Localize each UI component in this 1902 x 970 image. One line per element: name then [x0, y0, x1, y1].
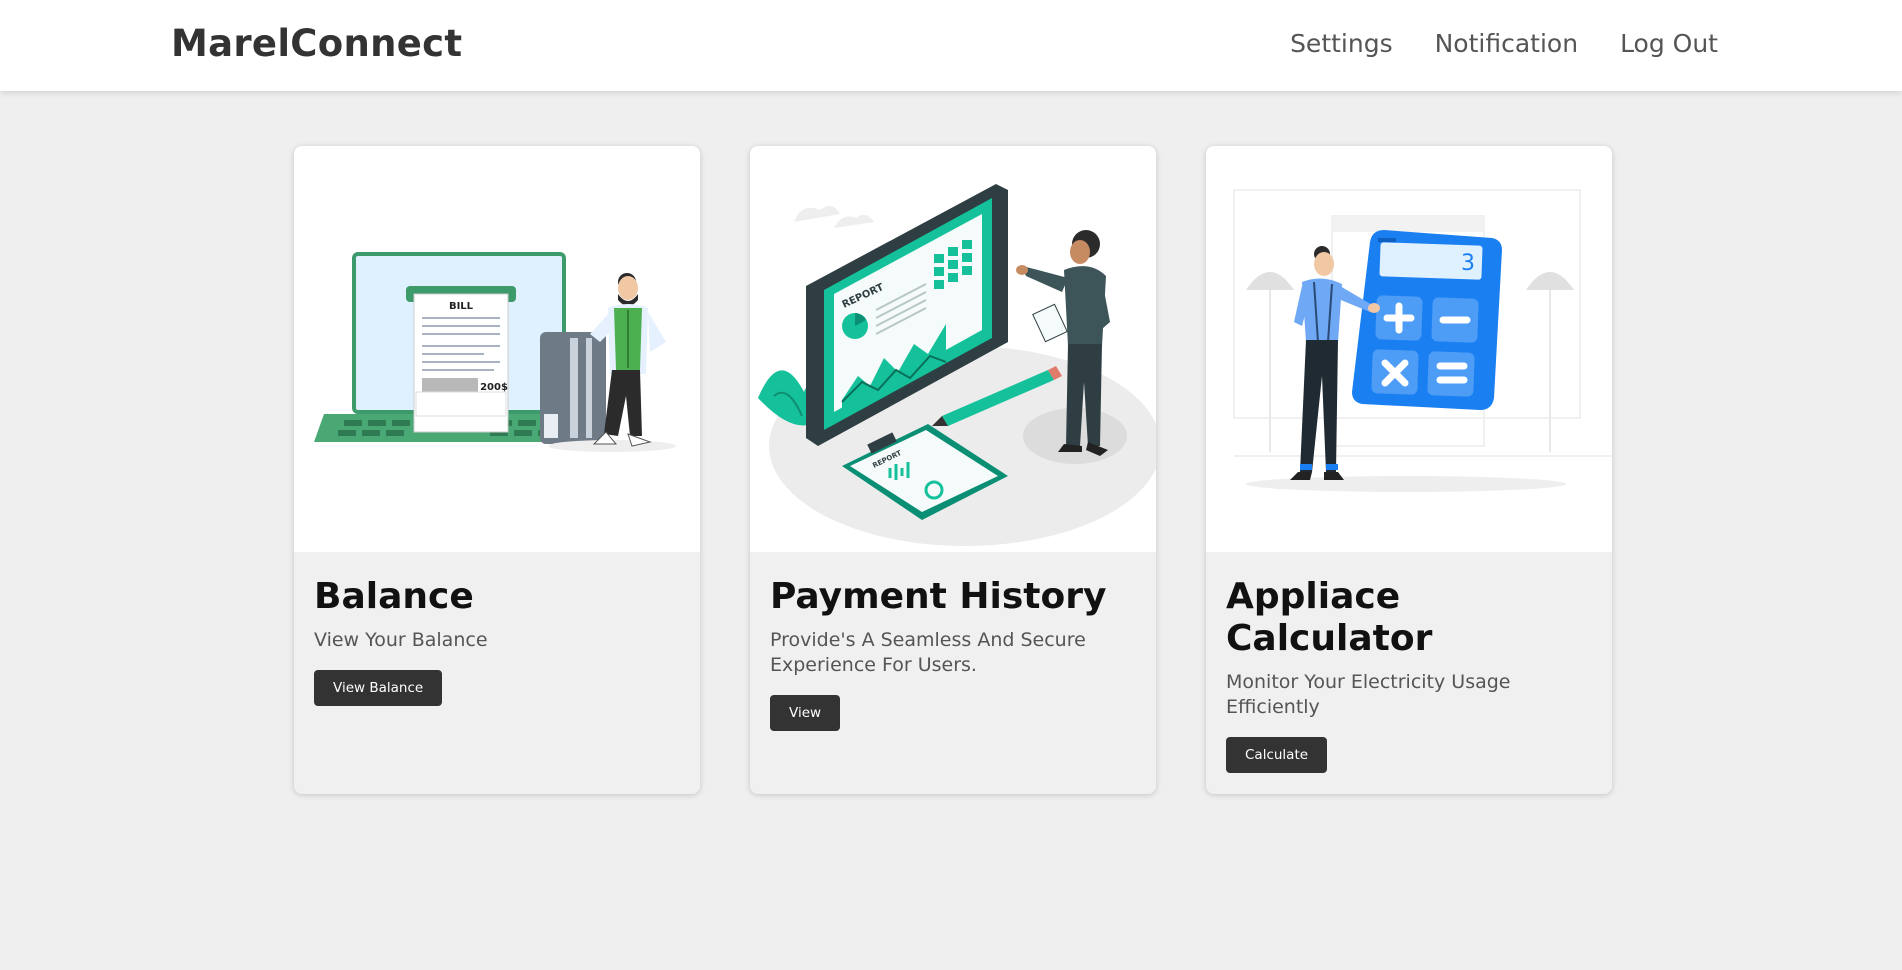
card-title: Appliace Calculator: [1226, 576, 1433, 659]
bill-amount: 200$: [480, 382, 508, 393]
card-title: Balance: [314, 576, 474, 617]
card-description: Provide's A Seamless And Secure Experien…: [770, 629, 1086, 676]
calculator-illustration: 3: [1206, 146, 1612, 552]
card-title: Payment History: [770, 576, 1107, 617]
report-tablet-illustration: REPORT REPORT: [750, 146, 1156, 552]
view-balance-button[interactable]: View Balance: [314, 670, 443, 706]
nav-settings-link[interactable]: Settings: [1290, 29, 1393, 58]
card-description: View Your Balance: [314, 629, 488, 651]
payment-history-card: REPORT REPORT Payment History Provide's …: [750, 146, 1156, 794]
nav-logout-link[interactable]: Log Out: [1620, 29, 1718, 58]
balance-card: BILL 200$ Balance View Your Balance View…: [294, 146, 700, 794]
nav-notification-link[interactable]: Notification: [1435, 29, 1578, 58]
view-history-button[interactable]: View: [770, 695, 841, 731]
nav-links: Settings Notification Log Out: [1290, 29, 1718, 58]
top-navbar: MarelConnect Settings Notification Log O…: [0, 0, 1902, 91]
bill-laptop-illustration: BILL 200$: [294, 146, 700, 552]
card-description: Monitor Your Electricity Usage Efficient…: [1226, 671, 1511, 718]
bill-label: BILL: [449, 301, 474, 312]
calculate-button[interactable]: Calculate: [1226, 737, 1328, 773]
appliance-calculator-card: 3 Appliace Calculator Monitor Your Elect…: [1206, 146, 1612, 794]
calculator-display-digit: 3: [1461, 251, 1475, 276]
brand-logo[interactable]: MarelConnect: [171, 22, 462, 65]
card-grid: BILL 200$ Balance View Your Balance View…: [294, 146, 1612, 794]
